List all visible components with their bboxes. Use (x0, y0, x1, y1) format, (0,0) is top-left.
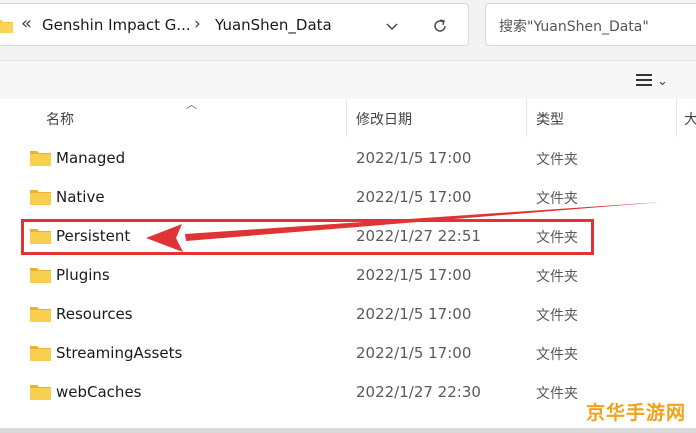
annotation-arrow-icon (146, 202, 662, 252)
watermark: 京华手游网 (586, 402, 687, 424)
horizontal-scrollbar[interactable] (0, 428, 696, 433)
